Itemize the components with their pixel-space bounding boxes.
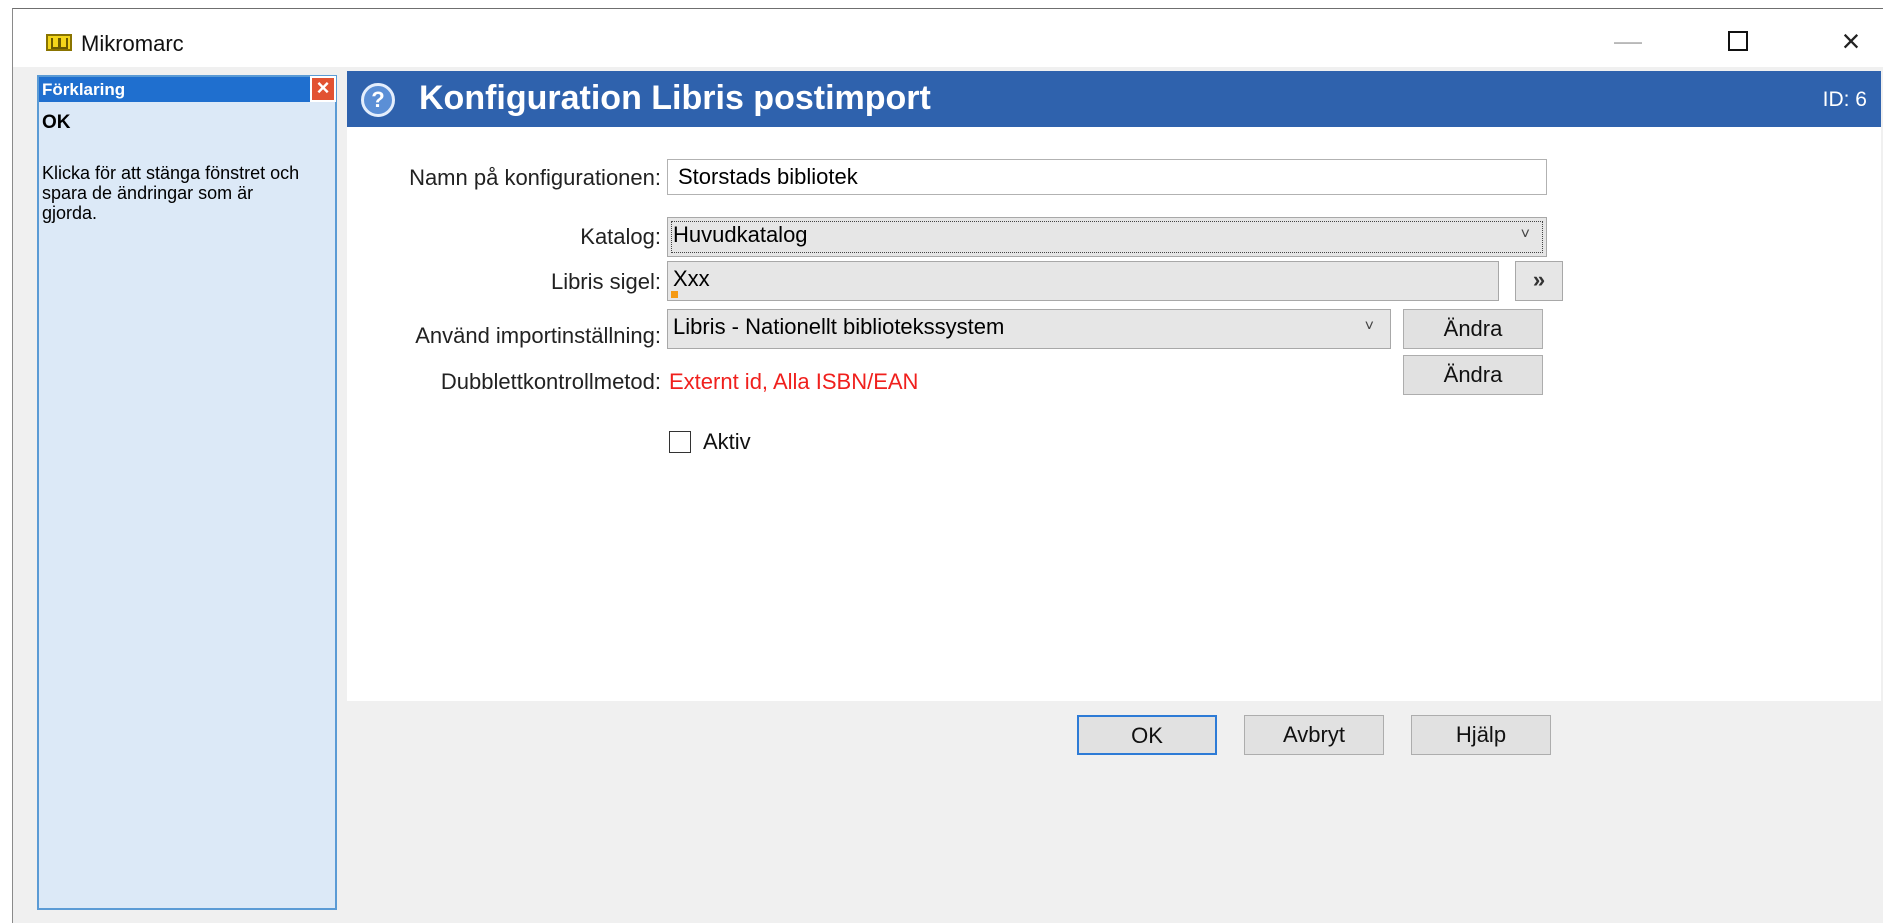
maximize-icon xyxy=(1728,31,1748,51)
config-id: ID: 6 xyxy=(1822,88,1867,111)
required-marker xyxy=(671,291,678,298)
mikromarc-window: Mikromarc — × Förklaring × OK Klicka för… xyxy=(12,8,1883,923)
help-button[interactable]: Hjälp xyxy=(1411,715,1551,755)
configuration-name-input[interactable]: Storstads bibliotek xyxy=(667,159,1547,195)
window-title: Mikromarc xyxy=(81,31,184,56)
active-checkbox[interactable] xyxy=(669,431,691,453)
minimize-button[interactable]: — xyxy=(1598,21,1658,61)
maximize-button[interactable] xyxy=(1708,21,1768,61)
cancel-button[interactable]: Avbryt xyxy=(1244,715,1384,755)
page-title: Konfiguration Libris postimport xyxy=(419,79,931,117)
duplicate-method-label: Dubblettkontrollmetod: xyxy=(440,369,661,394)
import-setting-select[interactable]: Libris - Nationellt bibliotekssystem ˅ xyxy=(667,309,1391,349)
help-icon[interactable]: ? xyxy=(361,83,395,117)
catalog-select[interactable]: Huvudkatalog ˅ xyxy=(667,217,1547,257)
close-icon: × xyxy=(1841,23,1861,59)
title-bar: Mikromarc — × xyxy=(13,9,1883,67)
chevron-down-icon: ˅ xyxy=(1520,226,1530,243)
catalog-label: Katalog: xyxy=(580,224,661,249)
close-icon[interactable]: × xyxy=(310,76,336,102)
duplicate-method-value: Externt id, Alla ISBN/EAN xyxy=(669,369,919,394)
ok-button[interactable]: OK xyxy=(1077,715,1217,755)
sigel-label: Libris sigel: xyxy=(550,269,661,294)
double-chevron-down-icon: » xyxy=(1532,267,1546,292)
app-icon xyxy=(46,34,72,51)
explanation-subject: OK xyxy=(42,112,71,133)
configuration-form: ? Konfiguration Libris postimport ID: 6 … xyxy=(347,71,1881,701)
sigel-expand-button[interactable]: » xyxy=(1515,261,1563,301)
close-window-button[interactable]: × xyxy=(1821,21,1881,61)
explanation-description: Klicka för att stänga fönstret och spara… xyxy=(42,163,300,223)
explanation-panel-header: Förklaring × xyxy=(39,76,336,102)
sigel-value: Xxx xyxy=(673,266,710,291)
name-label: Namn på konfigurationen: xyxy=(409,165,661,190)
change-duplicate-method-button[interactable]: Ändra xyxy=(1403,355,1543,395)
active-label: Aktiv xyxy=(703,429,751,454)
import-setting-value: Libris - Nationellt bibliotekssystem xyxy=(673,314,1005,339)
minimize-icon: — xyxy=(1614,25,1642,56)
form-header: ? Konfiguration Libris postimport ID: 6 xyxy=(347,71,1881,127)
focus-outline xyxy=(671,221,1543,253)
chevron-down-icon: ˅ xyxy=(1364,318,1374,335)
change-import-setting-button[interactable]: Ändra xyxy=(1403,309,1543,349)
import-setting-label: Använd importinställning: xyxy=(415,323,661,348)
libris-sigel-field[interactable]: Xxx xyxy=(667,261,1499,301)
explanation-title: Förklaring xyxy=(42,80,126,99)
explanation-panel: Förklaring × OK Klicka för att stänga fö… xyxy=(37,75,337,910)
